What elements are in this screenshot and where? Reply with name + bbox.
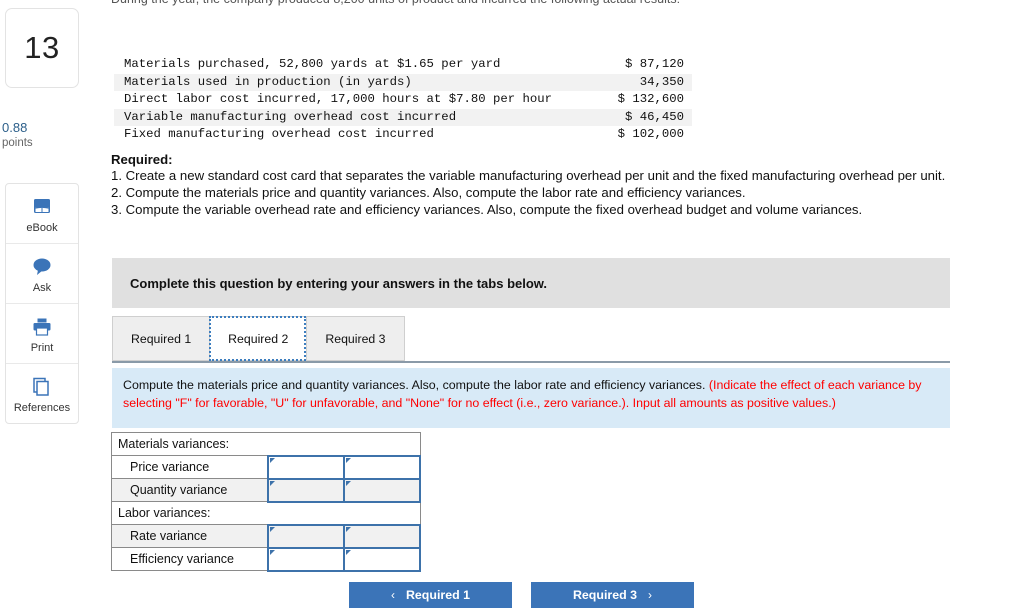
tab-required-2[interactable]: Required 2: [209, 316, 307, 361]
printer-icon: [30, 314, 54, 340]
print-label: Print: [30, 341, 54, 354]
rate-variance-amount-input[interactable]: [267, 523, 345, 549]
left-tool-rail: 13 0.88 points eBook Ask Print Reference…: [0, 0, 84, 610]
tab-required-3-label: Required 3: [325, 331, 386, 346]
tab-required-1-label: Required 1: [131, 331, 192, 346]
table-row: Materials purchased, 52,800 yards at $1.…: [114, 56, 692, 74]
book-icon: [31, 194, 53, 220]
price-variance-amount-input[interactable]: [267, 454, 345, 480]
table-row: Price variance: [111, 454, 421, 480]
table-row: Materials variances:: [111, 432, 421, 456]
required-heading: Required:: [111, 152, 173, 167]
efficiency-variance-amount-input[interactable]: [267, 546, 345, 572]
row-label-quantity-variance: Quantity variance: [111, 478, 269, 502]
table-row: Variable manufacturing overhead cost inc…: [114, 108, 692, 127]
tab-strip: Required 1 Required 2 Required 3: [112, 316, 405, 361]
print-button[interactable]: Print: [6, 304, 78, 364]
chevron-right-icon: ›: [648, 588, 653, 602]
tab-required-1[interactable]: Required 1: [112, 316, 210, 361]
fact-amount: $ 132,600: [617, 92, 684, 107]
required-item-3: 3. Compute the variable overhead rate an…: [111, 202, 863, 218]
points-value: 0.88: [2, 120, 28, 135]
fact-label: Fixed manufacturing overhead cost incurr…: [124, 127, 434, 142]
table-row: Fixed manufacturing overhead cost incurr…: [114, 126, 692, 144]
table-row: Quantity variance: [111, 477, 421, 503]
table-row: Rate variance: [111, 523, 421, 549]
fact-label: Direct labor cost incurred, 17,000 hours…: [124, 92, 553, 107]
next-requirement-button[interactable]: Required 3 ›: [531, 582, 694, 608]
fact-amount: $ 87,120: [624, 57, 684, 71]
pages-stack-icon: [30, 374, 54, 400]
row-label-rate-variance: Rate variance: [111, 524, 269, 548]
question-page: 13 0.88 points eBook Ask Print Reference…: [0, 0, 1024, 610]
required-item-1: 1. Create a new standard cost card that …: [111, 168, 946, 183]
tab-required-3[interactable]: Required 3: [306, 316, 405, 361]
previous-requirement-label: Required 1: [405, 588, 471, 602]
question-body: During the year, the company produced 8,…: [111, 0, 1024, 610]
row-label-efficiency-variance: Efficiency variance: [111, 547, 269, 571]
table-row: Direct labor cost incurred, 17,000 hours…: [114, 91, 692, 109]
references-label: References: [13, 402, 71, 414]
ebook-label: eBook: [26, 221, 58, 234]
ask-button[interactable]: Ask: [6, 244, 78, 304]
row-label-price-variance: Price variance: [111, 455, 269, 479]
speech-bubble-icon: [30, 254, 54, 280]
question-number-box: 13: [5, 8, 79, 88]
variance-answer-table: Materials variances: Price variance Quan…: [111, 432, 421, 572]
clipped-intro-text: During the year, the company produced 8,…: [111, 0, 1024, 18]
tab-required-2-label: Required 2: [228, 331, 289, 346]
references-button[interactable]: References: [6, 364, 78, 424]
table-row: Efficiency variance: [111, 546, 421, 572]
actual-results-table: Materials purchased, 52,800 yards at $1.…: [114, 56, 692, 144]
tool-button-group: eBook Ask Print References: [5, 183, 79, 424]
required-item-2: 2. Compute the materials price and quant…: [111, 185, 746, 201]
price-variance-effect-select[interactable]: [343, 454, 421, 480]
question-number: 13: [24, 30, 60, 65]
section-label-materials: Materials variances:: [111, 432, 421, 456]
instructions-banner-text: Complete this question by entering your …: [130, 275, 548, 291]
fact-amount: $ 46,450: [624, 109, 684, 124]
table-row: Labor variances:: [111, 501, 421, 525]
fact-label: Variable manufacturing overhead cost inc…: [124, 109, 457, 124]
points-label: points: [2, 137, 33, 149]
section-label-labor: Labor variances:: [111, 501, 421, 525]
next-requirement-label: Required 3: [572, 588, 638, 602]
table-row: Materials used in production (in yards) …: [114, 73, 692, 92]
chevron-left-icon: ‹: [390, 588, 395, 602]
fact-amount: 34,350: [639, 74, 684, 89]
ebook-button[interactable]: eBook: [6, 184, 78, 244]
efficiency-variance-effect-select[interactable]: [343, 546, 421, 572]
instruction-black-text: Compute the materials price and quantity…: [123, 378, 709, 392]
quantity-variance-amount-input[interactable]: [267, 477, 345, 503]
tab-underline: [112, 361, 950, 363]
instructions-banner: Complete this question by entering your …: [112, 258, 950, 308]
requirement-tabs: Required 1 Required 2 Required 3: [112, 316, 950, 363]
requirement-instruction-box: Compute the materials price and quantity…: [112, 368, 950, 428]
rate-variance-effect-select[interactable]: [343, 523, 421, 549]
ask-label: Ask: [32, 281, 52, 294]
required-list: 1. Create a new standard cost card that …: [111, 167, 1024, 219]
fact-label: Materials purchased, 52,800 yards at $1.…: [124, 57, 501, 71]
previous-requirement-button[interactable]: ‹ Required 1: [349, 582, 512, 608]
quantity-variance-effect-select[interactable]: [343, 477, 421, 503]
fact-amount: $ 102,000: [617, 127, 684, 142]
fact-label: Materials used in production (in yards): [124, 74, 412, 89]
